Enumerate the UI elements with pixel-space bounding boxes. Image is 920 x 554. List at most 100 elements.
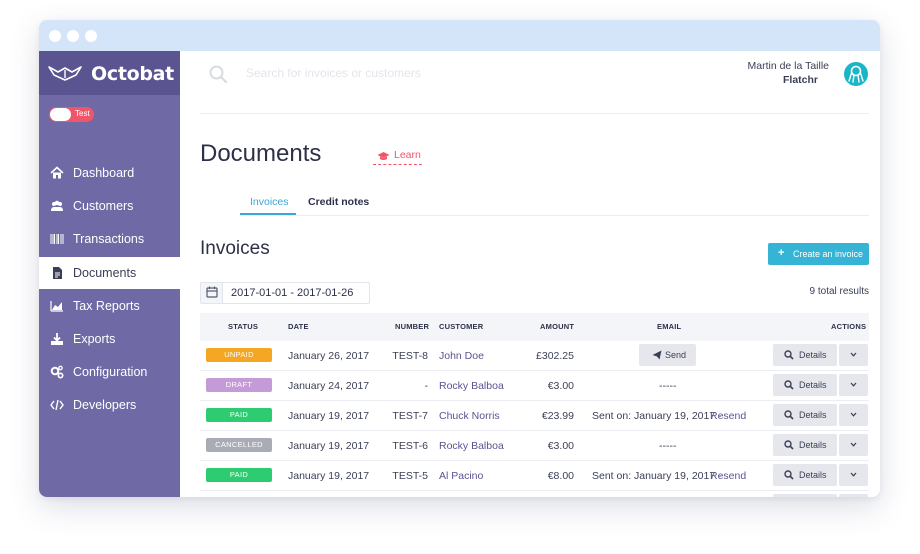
- table-row[interactable]: DRAFT January 24, 2017 - Rocky Balboa €3…: [200, 371, 869, 401]
- table-row[interactable]: PAID January 19, 2017 TEST-4 Zuuno €5.00…: [200, 491, 869, 497]
- customer-link[interactable]: Al Pacino: [439, 470, 483, 482]
- status-badge: DRAFT: [206, 378, 272, 392]
- details-button[interactable]: Details: [773, 494, 837, 497]
- tab-credit-notes[interactable]: Credit notes: [308, 196, 369, 208]
- sidebar: Octobat Test Dashboard Customers Transacti…: [39, 51, 180, 497]
- sidebar-item-documents[interactable]: Documents: [39, 256, 180, 289]
- chevron-down-icon: [849, 470, 858, 481]
- window-dot-icon[interactable]: [49, 30, 61, 42]
- sidebar-item-label: Developers: [73, 398, 137, 413]
- date-range-value: 2017-01-01 - 2017-01-26: [231, 287, 354, 299]
- status-badge: CANCELLED: [206, 438, 272, 452]
- window-dot-icon[interactable]: [67, 30, 79, 42]
- learn-link[interactable]: Learn: [373, 148, 422, 165]
- toggle-knob: [50, 108, 71, 121]
- row-actions-dropdown[interactable]: [839, 464, 868, 486]
- resend-link[interactable]: Resend: [710, 470, 746, 482]
- user-name[interactable]: Martin de la Taille: [747, 60, 829, 72]
- download-icon: [50, 332, 64, 346]
- window-dot-icon[interactable]: [85, 30, 97, 42]
- column-header-email: EMAIL: [657, 322, 682, 331]
- topbar-divider: [200, 113, 869, 114]
- search-icon: [784, 440, 794, 452]
- graduation-cap-icon: [377, 150, 390, 165]
- customer-link[interactable]: John Doe: [439, 350, 484, 362]
- sidebar-item-transactions[interactable]: Transactions: [39, 223, 180, 255]
- details-label: Details: [799, 410, 827, 420]
- search-input[interactable]: [246, 64, 666, 82]
- resend-link[interactable]: Resend: [710, 410, 746, 422]
- row-actions-dropdown[interactable]: [839, 404, 868, 426]
- toggle-label: Test: [75, 109, 90, 118]
- details-button[interactable]: Details: [773, 374, 837, 396]
- details-button[interactable]: Details: [773, 464, 837, 486]
- table-row[interactable]: PAID January 19, 2017 TEST-5 Al Pacino €…: [200, 461, 869, 491]
- avatar[interactable]: [844, 62, 868, 86]
- sidebar-item-label: Customers: [73, 199, 134, 214]
- user-org[interactable]: Flatchr: [783, 74, 818, 86]
- details-button[interactable]: Details: [773, 344, 837, 366]
- window-titlebar: [39, 20, 880, 51]
- page-title: Documents: [200, 140, 322, 167]
- send-email-button[interactable]: Send: [639, 344, 696, 366]
- sidebar-item-label: Documents: [73, 265, 137, 280]
- customer-link[interactable]: Rocky Balboa: [439, 380, 504, 392]
- search-icon: [209, 65, 228, 88]
- details-button[interactable]: Details: [773, 434, 837, 456]
- sidebar-item-customers[interactable]: Customers: [39, 190, 180, 222]
- invoice-amount: €8.00: [547, 470, 574, 482]
- test-mode-toggle[interactable]: Test: [49, 107, 94, 122]
- sidebar-item-label: Transactions: [73, 232, 145, 247]
- row-actions-dropdown[interactable]: [839, 494, 868, 497]
- home-icon: [50, 166, 64, 180]
- sidebar-item-tax-reports[interactable]: Tax Reports: [39, 290, 180, 322]
- sidebar-item-exports[interactable]: Exports: [39, 323, 180, 355]
- create-invoice-button[interactable]: + Create an invoice: [768, 243, 869, 265]
- details-label: Details: [799, 380, 827, 390]
- customer-link[interactable]: Rocky Balboa: [439, 440, 504, 452]
- table-row[interactable]: CANCELLED January 19, 2017 TEST-6 Rocky …: [200, 431, 869, 461]
- invoice-date: January 19, 2017: [288, 470, 370, 482]
- tab-invoices[interactable]: Invoices: [250, 196, 289, 208]
- email-status: Sent on: January 19, 2017 -: [592, 410, 722, 422]
- table-row[interactable]: UNPAID January 26, 2017 TEST-8 John Doe …: [200, 341, 869, 371]
- users-icon: [50, 199, 64, 213]
- column-header-amount: AMOUNT: [540, 322, 575, 331]
- column-header-customer: CUSTOMER: [439, 322, 484, 331]
- row-actions-dropdown[interactable]: [839, 344, 868, 366]
- invoice-amount: €23.99: [541, 410, 574, 422]
- date-range-picker[interactable]: 2017-01-01 - 2017-01-26: [200, 282, 370, 304]
- results-count: 9 total results: [809, 286, 869, 297]
- chevron-down-icon: [849, 380, 858, 391]
- sidebar-item-configuration[interactable]: Configuration: [39, 356, 180, 388]
- row-actions-dropdown[interactable]: [839, 434, 868, 456]
- customer-link[interactable]: Chuck Norris: [439, 410, 500, 422]
- calendar-icon: [201, 283, 223, 303]
- sidebar-item-dashboard[interactable]: Dashboard: [39, 157, 180, 189]
- chevron-down-icon: [849, 350, 858, 361]
- status-badge: UNPAID: [206, 348, 272, 362]
- invoice-number: TEST-6: [392, 440, 428, 452]
- invoice-amount: €3.00: [547, 380, 574, 392]
- invoice-date: January 26, 2017: [288, 350, 370, 362]
- invoice-number: TEST-5: [392, 470, 428, 482]
- sidebar-item-label: Tax Reports: [73, 298, 140, 313]
- status-badge: PAID: [206, 408, 272, 422]
- chevron-down-icon: [849, 410, 858, 421]
- search-icon: [784, 410, 794, 422]
- sidebar-item-developers[interactable]: Developers: [39, 389, 180, 421]
- row-actions-dropdown[interactable]: [839, 374, 868, 396]
- logo-area[interactable]: Octobat: [39, 51, 180, 95]
- column-header-number: NUMBER: [395, 322, 430, 331]
- learn-label: Learn: [394, 149, 421, 161]
- octobat-logo-icon: [48, 65, 82, 86]
- document-icon: [50, 266, 64, 280]
- invoice-amount: £302.25: [536, 350, 574, 362]
- paper-plane-icon: [652, 350, 662, 362]
- code-icon: [50, 398, 64, 412]
- email-status: -----: [659, 380, 677, 392]
- table-row[interactable]: PAID January 19, 2017 TEST-7 Chuck Norri…: [200, 401, 869, 431]
- details-label: Details: [799, 470, 827, 480]
- gears-icon: [50, 365, 64, 379]
- details-button[interactable]: Details: [773, 404, 837, 426]
